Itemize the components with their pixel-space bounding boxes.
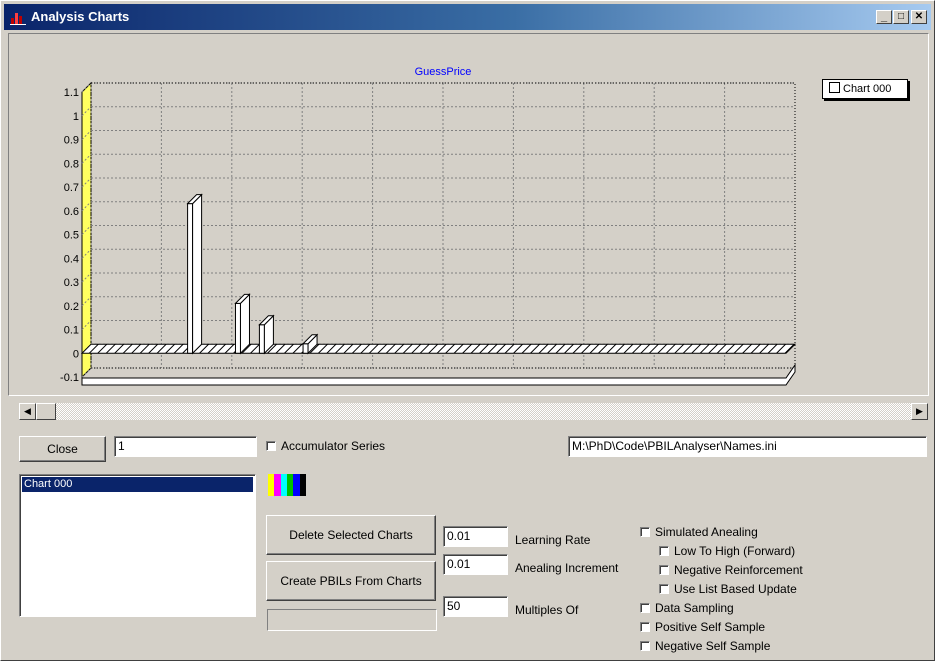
- anealing-increment-label: Anealing Increment: [515, 561, 619, 575]
- checkbox-box[interactable]: [659, 546, 669, 556]
- low-to-high-checkbox[interactable]: Low To High (Forward): [659, 544, 795, 558]
- chart-title: GuessPrice: [415, 66, 472, 78]
- positive-self-sample-checkbox[interactable]: Positive Self Sample: [640, 620, 765, 634]
- checkbox-box[interactable]: [266, 441, 276, 451]
- multiples-of-label: Multiples Of: [515, 603, 579, 617]
- simulated-anealing-label: Simulated Anealing: [655, 525, 758, 539]
- use-list-based-update-label: Use List Based Update: [674, 582, 797, 596]
- accumulator-series-label: Accumulator Series: [281, 439, 386, 453]
- y-tick-label: 1: [73, 111, 79, 123]
- chart-bar: [234, 302, 241, 354]
- negative-reinforcement-checkbox[interactable]: Negative Reinforcement: [659, 563, 803, 577]
- color-palette[interactable]: [268, 474, 306, 496]
- y-tick-label: 0.2: [64, 301, 79, 313]
- legend-swatch: [829, 82, 840, 93]
- y-tick-label: 0.9: [64, 135, 79, 147]
- checkbox-box[interactable]: [640, 622, 650, 632]
- palette-swatch[interactable]: [299, 474, 306, 496]
- chart-app-icon: [10, 13, 26, 25]
- y-tick-label: 0.5: [64, 230, 79, 242]
- learning-rate-input[interactable]: 0.01: [443, 526, 508, 547]
- checkbox-box[interactable]: [640, 641, 650, 651]
- y-tick-label: 0.4: [64, 253, 79, 265]
- list-item[interactable]: Chart 000: [22, 477, 253, 492]
- negative-self-sample-checkbox[interactable]: Negative Self Sample: [640, 639, 770, 653]
- scroll-left-button[interactable]: ◀: [19, 403, 36, 420]
- anealing-increment-input[interactable]: 0.01: [443, 554, 508, 575]
- analysis-charts-window: Analysis Charts _ □ ✕ GuessPrice 1.1 1 0.9 0…: [0, 0, 935, 661]
- title-bar[interactable]: Analysis Charts _ □ ✕: [4, 4, 931, 30]
- checkbox-box[interactable]: [659, 565, 669, 575]
- legend-entry-chart-000: Chart 000: [843, 83, 892, 95]
- charts-listbox[interactable]: Chart 000: [19, 474, 256, 617]
- low-to-high-label: Low To High (Forward): [674, 544, 796, 558]
- chart-bar: [258, 324, 265, 354]
- chart-panel: GuessPrice 1.1 1 0.9 0.8 0.7 0.6 0.5 0.4 0.3 0.2 0.…: [8, 33, 929, 396]
- multiples-of-input[interactable]: 50: [443, 596, 508, 617]
- data-sampling-label: Data Sampling: [655, 601, 734, 615]
- checkbox-box[interactable]: [640, 603, 650, 613]
- y-tick-label: 0.3: [64, 277, 79, 289]
- y-tick-label: -0.1: [60, 372, 79, 384]
- simulated-anealing-checkbox[interactable]: Simulated Anealing: [640, 525, 758, 539]
- y-tick-label: 0.7: [64, 182, 79, 194]
- chart-left-wall: [81, 81, 92, 379]
- names-file-path-input[interactable]: M:\PhD\Code\PBILAnalyser\Names.ini: [568, 436, 927, 457]
- negative-reinforcement-label: Negative Reinforcement: [674, 563, 803, 577]
- chart-legend: Chart 000: [822, 79, 908, 99]
- index-input[interactable]: 1: [114, 436, 257, 457]
- learning-rate-label: Learning Rate: [515, 533, 591, 547]
- scroll-thumb[interactable]: [36, 403, 56, 420]
- close-window-button[interactable]: ✕: [911, 10, 927, 24]
- minimize-button[interactable]: _: [876, 10, 892, 24]
- data-sampling-checkbox[interactable]: Data Sampling: [640, 601, 734, 615]
- y-tick-label: 1.1: [64, 87, 79, 99]
- delete-selected-charts-button[interactable]: Delete Selected Charts: [266, 515, 436, 555]
- use-list-based-update-checkbox[interactable]: Use List Based Update: [659, 582, 797, 596]
- create-pbils-button[interactable]: Create PBILs From Charts: [266, 561, 436, 601]
- chart-bar-side: [192, 193, 203, 355]
- chart-bar: [187, 203, 194, 354]
- y-tick-label: 0.8: [64, 158, 79, 170]
- close-button[interactable]: Close: [19, 436, 106, 462]
- scroll-right-button[interactable]: ▶: [911, 403, 928, 420]
- y-tick-label: 0.6: [64, 206, 79, 218]
- accumulator-series-checkbox[interactable]: Accumulator Series: [266, 439, 385, 453]
- guessprice-chart: GuessPrice 1.1 1 0.9 0.8 0.7 0.6 0.5 0.4 0.3 0.2 0.…: [60, 66, 797, 386]
- chart-bar-side: [239, 293, 250, 355]
- y-tick-label: 0: [73, 348, 79, 360]
- negative-self-sample-label: Negative Self Sample: [655, 639, 771, 653]
- window-title: Analysis Charts: [31, 9, 130, 24]
- chart-horizontal-scrollbar[interactable]: ◀ ▶: [19, 403, 928, 420]
- positive-self-sample-label: Positive Self Sample: [655, 620, 766, 634]
- checkbox-box[interactable]: [659, 584, 669, 594]
- progress-bar: [267, 609, 437, 631]
- y-tick-label: 0.1: [64, 325, 79, 337]
- maximize-button[interactable]: □: [893, 10, 909, 24]
- checkbox-box[interactable]: [640, 527, 650, 537]
- chart-bar: [302, 343, 309, 354]
